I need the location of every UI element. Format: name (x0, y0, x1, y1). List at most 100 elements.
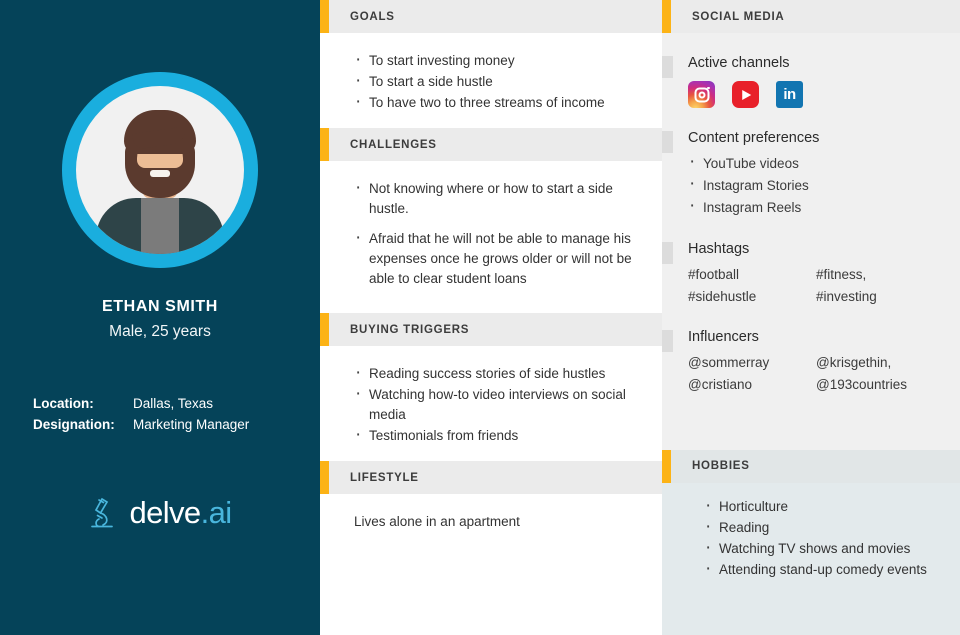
brand-logo: delve.ai (88, 495, 233, 531)
list-item: YouTube videos (688, 152, 944, 174)
list-item: Attending stand-up comedy events (704, 559, 944, 580)
avatar (62, 72, 258, 268)
subsection-tab (662, 330, 673, 352)
accent-bar (320, 461, 329, 494)
subsection-hashtags: Hashtags #football #sidehustle #fitness,… (662, 241, 960, 307)
section-title-buying-triggers: BUYING TRIGGERS (350, 323, 470, 336)
brand-name: delve.ai (129, 495, 233, 531)
subsection-tab (662, 242, 673, 264)
linkedin-icon[interactable]: in (776, 81, 803, 108)
section-title-lifestyle: LIFESTYLE (350, 471, 419, 484)
content-preferences-list: YouTube videos Instagram Stories Instagr… (688, 152, 944, 218)
hashtags-columns: #football #sidehustle #fitness, #investi… (688, 264, 944, 307)
location-value: Dallas, Texas (133, 396, 214, 411)
section-body-lifestyle: Lives alone in an apartment (320, 494, 662, 546)
section-header-hobbies: HOBBIES (662, 449, 960, 483)
hashtag: #football (688, 267, 740, 282)
section-title-social-media: SOCIAL MEDIA (692, 10, 785, 23)
section-title-challenges: CHALLENGES (350, 138, 437, 151)
middle-column-filler (320, 546, 662, 635)
section-body-buying-triggers: Reading success stories of side hustles … (320, 346, 662, 461)
list-item: Instagram Reels (688, 196, 944, 218)
section-header-social-media: SOCIAL MEDIA (662, 0, 960, 33)
influencer-handle: @krisgethin, (816, 355, 892, 370)
list-item: Horticulture (704, 496, 944, 517)
microscope-icon (91, 497, 114, 528)
subsection-title-content-preferences: Content preferences (688, 130, 820, 146)
list-item: To start a side hustle (354, 71, 642, 92)
lifestyle-text: Lives alone in an apartment (354, 514, 520, 529)
section-body-hobbies: Horticulture Reading Watching TV shows a… (662, 482, 960, 635)
brand-name-suffix: .ai (200, 495, 233, 530)
section-body-goals: To start investing money To start a side… (320, 33, 662, 128)
list-item: To have two to three streams of income (354, 92, 642, 113)
accent-bar (320, 128, 329, 161)
section-title-goals: GOALS (350, 10, 395, 23)
hashtag: #fitness, (816, 267, 867, 282)
instagram-lens (698, 91, 705, 98)
accent-bar (662, 449, 671, 483)
list-item: Testimonials from friends (354, 425, 642, 446)
brand-name-primary: delve (129, 495, 201, 530)
meta-row-location: Location: Dallas, Texas (33, 393, 320, 414)
persona-card: ETHAN SMITH Male, 25 years Location: Dal… (0, 0, 960, 635)
play-triangle (741, 89, 751, 100)
subsection-tab (662, 131, 673, 153)
designation-label: Designation: (33, 417, 115, 432)
subsection-title-hashtags: Hashtags (688, 241, 750, 257)
location-label: Location: (33, 396, 94, 411)
page-title: ETHAN SMITH (102, 298, 218, 315)
subsection-title-influencers: Influencers (688, 329, 759, 345)
section-title-hobbies: HOBBIES (692, 460, 750, 472)
subsection-title-active-channels: Active channels (688, 55, 790, 71)
section-body-challenges: Not knowing where or how to start a side… (320, 161, 662, 313)
profile-panel: ETHAN SMITH Male, 25 years Location: Dal… (0, 0, 320, 635)
subsection-tab (662, 56, 673, 78)
avatar-mouth (150, 170, 170, 177)
influencer-handle: @cristiano (688, 376, 752, 392)
subsection-content-preferences: Content preferences YouTube videos Insta… (662, 130, 960, 219)
influencers-columns: @sommerray @cristiano @krisgethin, @193c… (688, 352, 944, 395)
list-item: Reading success stories of side hustles (354, 363, 642, 384)
list-item: To start investing money (354, 50, 642, 71)
section-header-buying-triggers: BUYING TRIGGERS (320, 313, 662, 346)
challenges-list: Not knowing where or how to start a side… (354, 178, 642, 289)
avatar-shirt (141, 198, 179, 254)
designation-value: Marketing Manager (133, 417, 250, 432)
meta-row-designation: Designation: Marketing Manager (33, 414, 320, 435)
hashtags-col-2: #fitness, #investing (816, 264, 944, 307)
hobbies-list: Horticulture Reading Watching TV shows a… (704, 496, 944, 580)
hashtag: #sidehustle (688, 288, 757, 304)
bearded-male-avatar-icon (76, 86, 244, 254)
goals-list: To start investing money To start a side… (354, 50, 642, 113)
middle-column: GOALS To start investing money To start … (320, 0, 662, 635)
hashtag: #investing (816, 288, 877, 304)
profile-meta: Location: Dallas, Texas Designation: Mar… (0, 393, 320, 435)
linkedin-glyph: in (783, 85, 796, 103)
right-column-filler (662, 395, 960, 450)
influencer-handle: @sommerray (688, 355, 770, 370)
active-channels-icons: in (688, 81, 944, 108)
section-header-goals: GOALS (320, 0, 662, 33)
buying-triggers-list: Reading success stories of side hustles … (354, 363, 642, 446)
hashtags-col-1: #football #sidehustle (688, 264, 816, 307)
list-item: Reading (704, 517, 944, 538)
influencers-col-2: @krisgethin, @193countries (816, 352, 944, 395)
list-item: Afraid that he will not be able to manag… (354, 228, 642, 289)
list-item: Watching TV shows and movies (704, 538, 944, 559)
instagram-icon[interactable] (688, 81, 715, 108)
accent-bar (320, 0, 329, 33)
list-item: Not knowing where or how to start a side… (354, 178, 642, 219)
section-header-lifestyle: LIFESTYLE (320, 461, 662, 494)
right-column: SOCIAL MEDIA Active channels in Content … (662, 0, 960, 635)
influencer-handle: @193countries (816, 376, 908, 392)
list-item: Instagram Stories (688, 174, 944, 196)
list-item: Watching how-to video interviews on soci… (354, 384, 642, 425)
influencers-col-1: @sommerray @cristiano (688, 352, 816, 395)
profile-subtitle: Male, 25 years (109, 323, 211, 340)
section-header-challenges: CHALLENGES (320, 128, 662, 161)
instagram-dot (706, 86, 710, 90)
accent-bar (662, 0, 671, 33)
subsection-influencers: Influencers @sommerray @cristiano @krisg… (662, 329, 960, 395)
youtube-icon[interactable] (732, 81, 759, 108)
